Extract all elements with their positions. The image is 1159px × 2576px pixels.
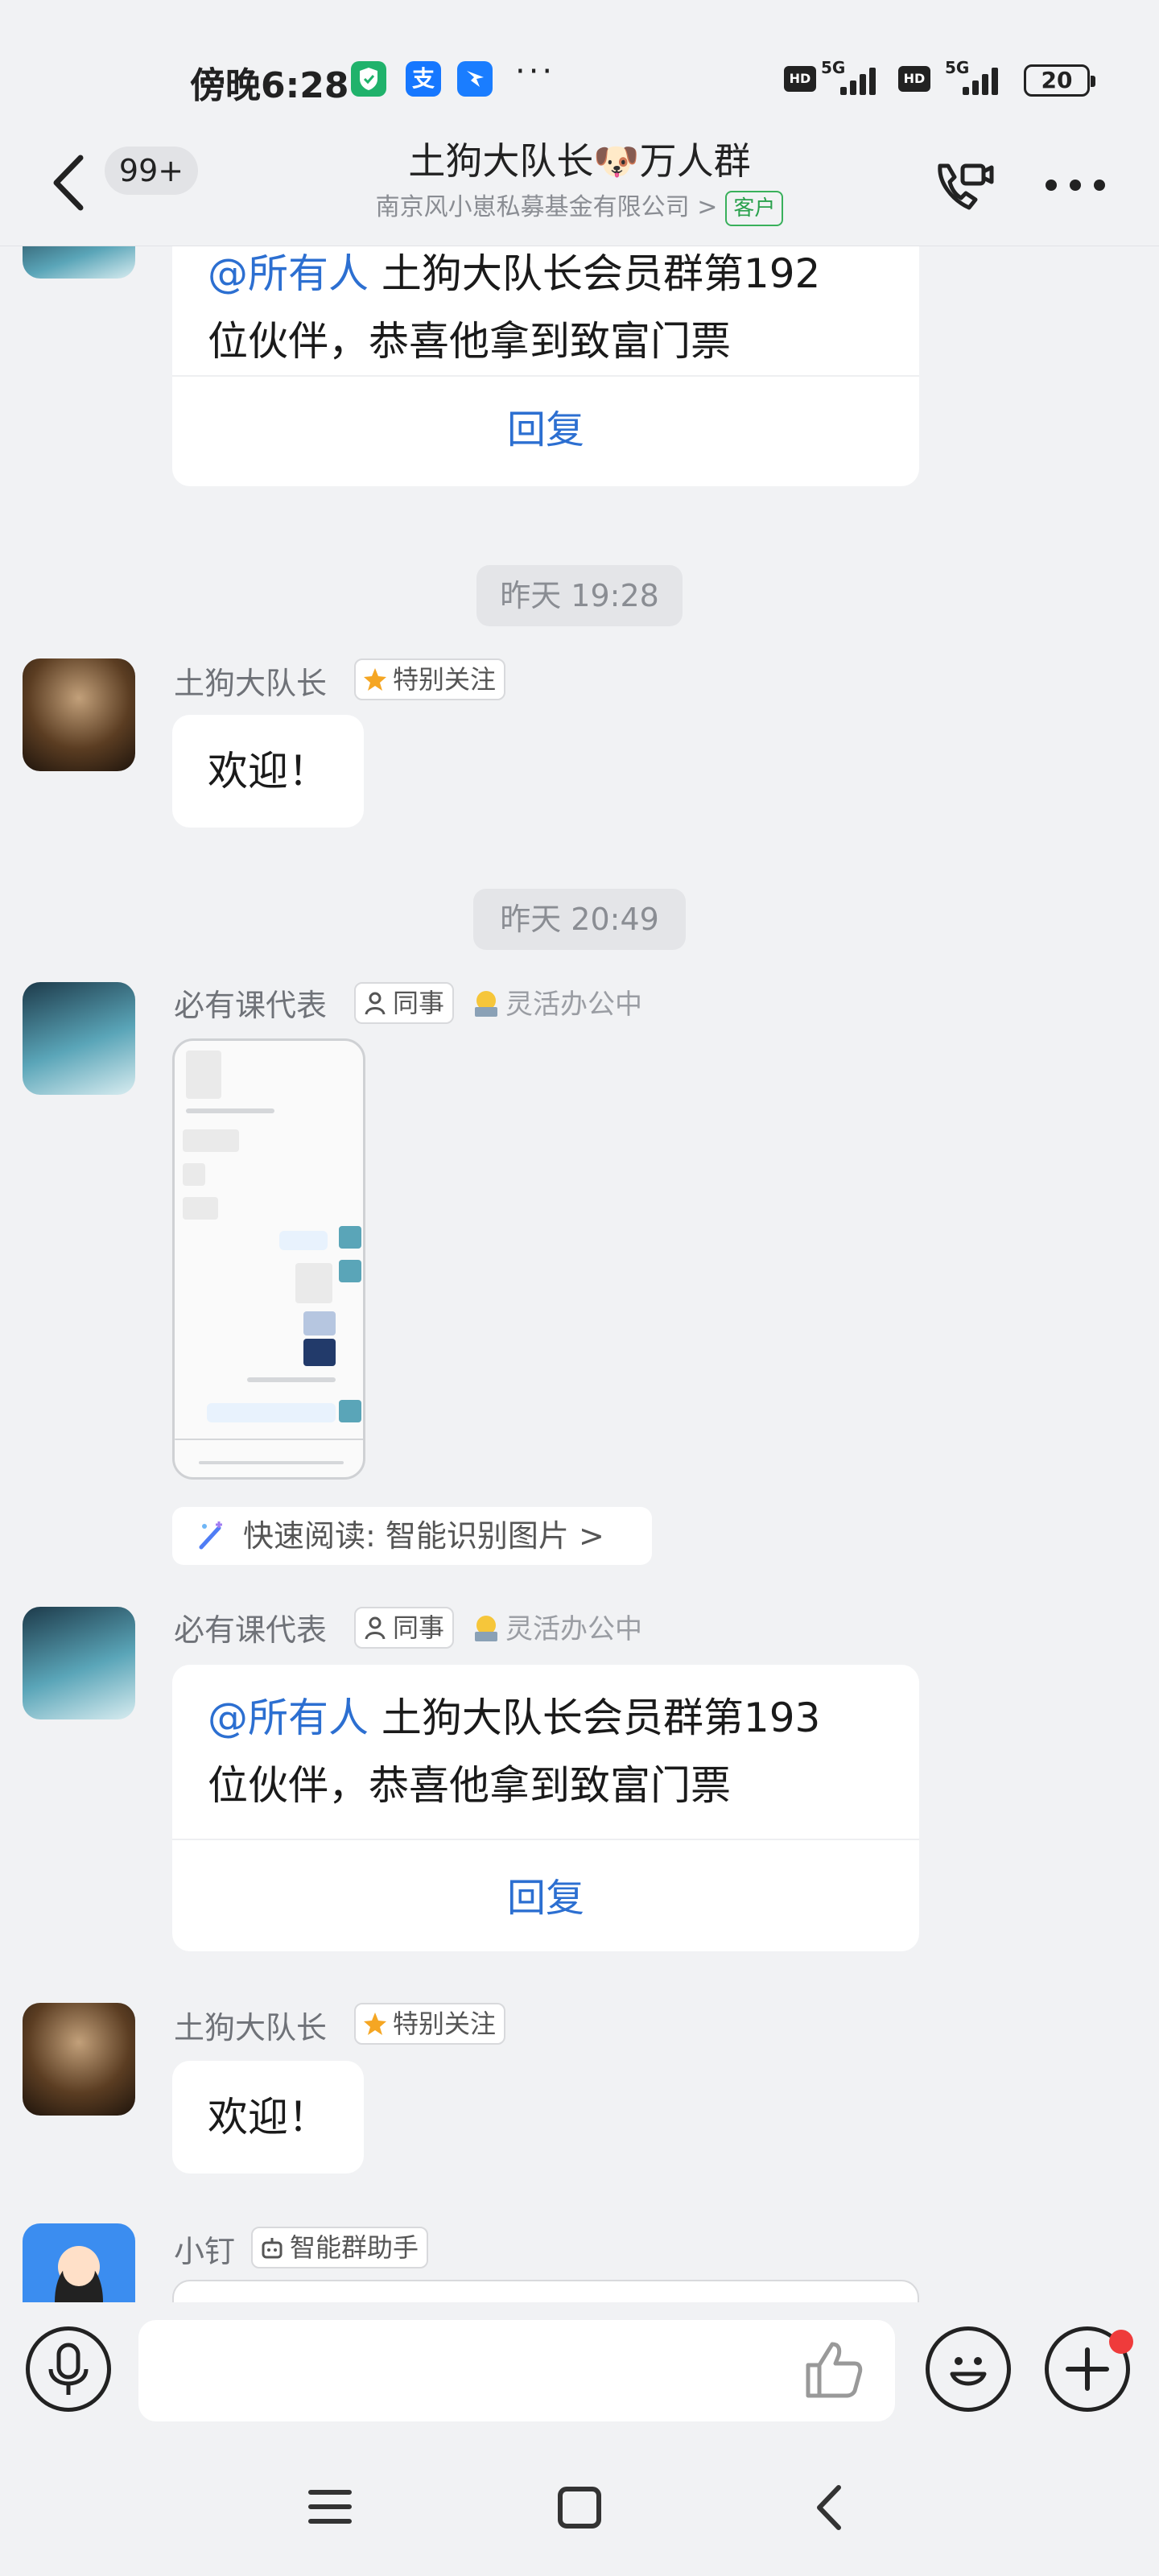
laptop-emoji-icon xyxy=(475,991,497,1017)
signal-icon xyxy=(837,66,887,95)
status-more-icon: ··· xyxy=(515,53,556,90)
phone-video-icon xyxy=(938,163,994,210)
notification-dot xyxy=(1109,2330,1133,2354)
smiley-icon xyxy=(950,2357,987,2386)
avatar-captain[interactable] xyxy=(23,658,135,771)
timestamp: 昨天 20:49 xyxy=(473,889,686,950)
colleague-tag: 同事 xyxy=(354,982,455,1024)
hd-indicator-2: HD xyxy=(898,66,930,92)
card-divider xyxy=(172,1839,919,1840)
thumbs-up-icon xyxy=(806,2342,863,2398)
call-button[interactable] xyxy=(927,150,1000,222)
avatar-bot[interactable] xyxy=(23,982,135,1095)
sender-name: 必有课代表 xyxy=(174,1612,328,1648)
announcement-text: @所有人 土狗大队长会员群第193 位伙伴，恭喜他拿到致富门票 xyxy=(208,1695,821,1809)
nav-back-button[interactable] xyxy=(797,2479,861,2536)
quick-read-button[interactable]: 快速阅读: 智能识别图片 > xyxy=(172,1507,652,1565)
partial-card xyxy=(172,2280,919,2302)
avatar-bot[interactable] xyxy=(23,246,135,279)
reply-button[interactable]: 回复 xyxy=(172,1866,919,1922)
announcement-card: @所有人 土狗大队长会员群第192 位伙伴，恭喜他拿到致富门票 回复 xyxy=(172,246,919,486)
magic-wand-icon xyxy=(199,1521,222,1550)
work-status: 灵活办公中 xyxy=(470,1607,642,1646)
more-button[interactable] xyxy=(1040,169,1112,201)
avatar-bot[interactable] xyxy=(23,1607,135,1719)
star-icon xyxy=(364,2013,386,2035)
avatar-captain[interactable] xyxy=(23,2003,135,2116)
announcement-text: @所有人 土狗大队长会员群第192 位伙伴，恭喜他拿到致富门票 xyxy=(208,250,821,365)
company-name: 南京风小崽私募基金有限公司 xyxy=(375,193,690,221)
shield-app-icon xyxy=(351,61,386,97)
signal-icon-2 xyxy=(959,66,1009,95)
company-chevron-icon: > xyxy=(697,193,718,221)
sender-name: 土狗大队长 xyxy=(174,2010,328,2046)
message-bubble[interactable]: 欢迎！ xyxy=(172,715,364,828)
sender-name: 必有课代表 xyxy=(174,988,328,1023)
dingtalk-app-icon xyxy=(457,61,493,97)
microphone-icon xyxy=(48,2343,89,2395)
sender-name: 土狗大队长 xyxy=(174,666,328,701)
triangle-left-icon xyxy=(817,2485,841,2530)
timestamp: 昨天 19:28 xyxy=(476,565,683,626)
system-nav-bar xyxy=(0,2439,1159,2576)
card-divider xyxy=(172,375,919,377)
person-icon xyxy=(365,992,386,1015)
assistant-tag: 智能群助手 xyxy=(251,2227,429,2268)
special-follow-tag: 特别关注 xyxy=(354,658,506,700)
robot-icon xyxy=(262,2238,283,2259)
home-button[interactable] xyxy=(547,2479,612,2536)
colleague-tag: 同事 xyxy=(354,1607,455,1649)
like-button[interactable] xyxy=(797,2333,869,2405)
hd-indicator: HD xyxy=(784,66,816,92)
square-icon xyxy=(558,2487,601,2529)
person-icon xyxy=(365,1616,386,1640)
voice-button[interactable] xyxy=(26,2326,111,2412)
chat-header: 99+ 土狗大队长🐶万人群 南京风小崽私募基金有限公司 > 客户 xyxy=(0,121,1159,246)
image-thumbnail[interactable] xyxy=(172,1038,365,1480)
emoji-button[interactable] xyxy=(926,2326,1011,2412)
alipay-app-icon: 支 xyxy=(406,61,441,97)
avatar-assistant[interactable] xyxy=(23,2223,135,2302)
star-icon xyxy=(364,668,386,691)
laptop-emoji-icon xyxy=(475,1616,497,1641)
input-bar xyxy=(0,2302,1159,2439)
battery-icon: 20 xyxy=(1024,64,1095,97)
menu-button[interactable] xyxy=(298,2483,362,2531)
message-input[interactable] xyxy=(138,2320,895,2421)
sender-name: 小钉 xyxy=(174,2234,236,2269)
status-time: 傍晚6:28 xyxy=(190,65,349,106)
special-follow-tag: 特别关注 xyxy=(354,2003,506,2045)
announcement-card: @所有人 土狗大队长会员群第193 位伙伴，恭喜他拿到致富门票 回复 xyxy=(172,1665,919,1951)
assistant-figure-icon xyxy=(55,2246,103,2302)
menu-lines-icon xyxy=(308,2490,352,2524)
mention-all[interactable]: @所有人 xyxy=(208,250,369,297)
message-bubble[interactable]: 欢迎！ xyxy=(172,2061,364,2174)
customer-tag: 客户 xyxy=(725,190,784,226)
work-status: 灵活办公中 xyxy=(470,982,642,1022)
reply-button[interactable]: 回复 xyxy=(172,398,919,454)
mention-all[interactable]: @所有人 xyxy=(208,1695,369,1741)
ellipsis-icon xyxy=(1046,180,1105,191)
